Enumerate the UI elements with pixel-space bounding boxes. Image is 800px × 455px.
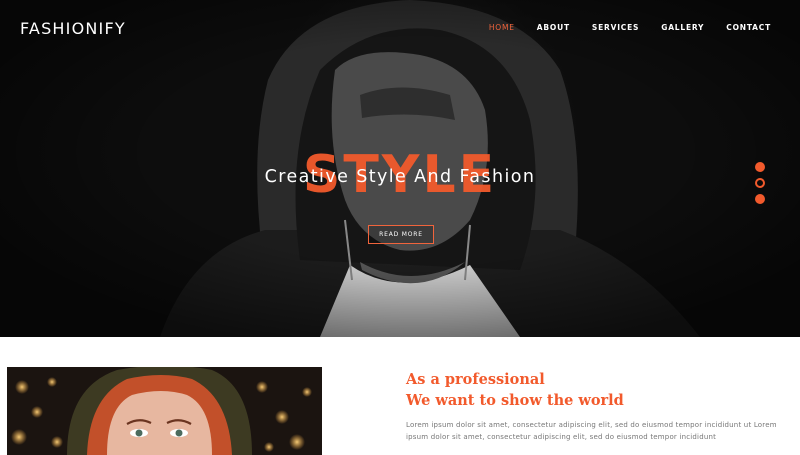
hero-headline: Creative Style And Fashion: [264, 167, 536, 187]
about-model-photo: [7, 367, 322, 455]
about-heading-line-1: As a professional: [406, 371, 545, 388]
nav-contact[interactable]: CONTACT: [726, 23, 771, 32]
nav-services[interactable]: SERVICES: [592, 23, 639, 32]
about-heading: As a professional We want to show the wo…: [406, 369, 624, 411]
hero-section: FASHIONIFY HOME ABOUT SERVICES GALLERY C…: [0, 0, 800, 337]
nav-home[interactable]: HOME: [489, 23, 515, 32]
main-nav: HOME ABOUT SERVICES GALLERY CONTACT: [467, 23, 771, 32]
slider-dot-1[interactable]: [755, 162, 765, 172]
slider-dot-2-active[interactable]: [755, 178, 765, 188]
nav-gallery[interactable]: GALLERY: [661, 23, 704, 32]
slider-dot-3[interactable]: [755, 194, 765, 204]
nav-about[interactable]: ABOUT: [537, 23, 570, 32]
read-more-button[interactable]: READ MORE: [368, 225, 434, 244]
slider-pagination: [755, 162, 765, 210]
brand-logo[interactable]: FASHIONIFY: [20, 19, 126, 38]
about-heading-line-2: We want to show the world: [406, 392, 624, 409]
about-paragraph: Lorem ipsum dolor sit amet, consectetur …: [406, 421, 777, 441]
